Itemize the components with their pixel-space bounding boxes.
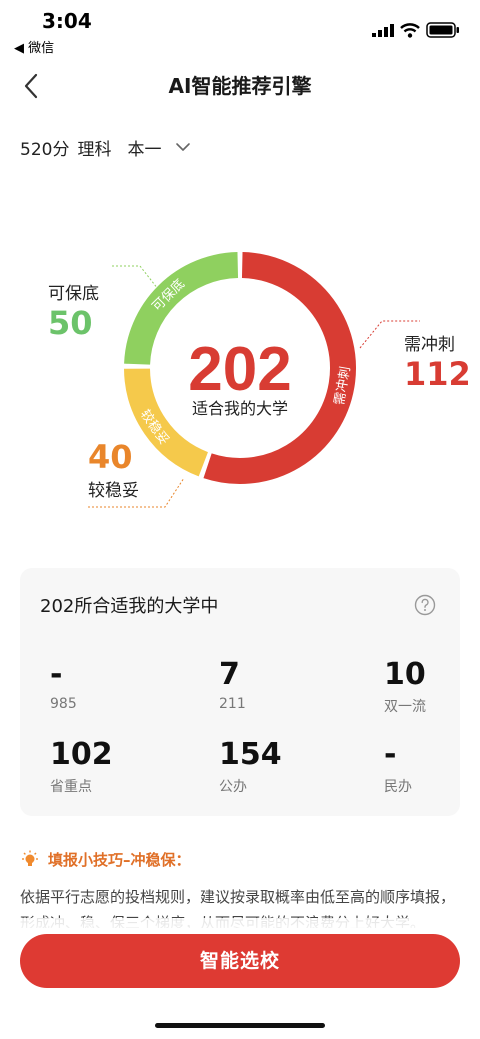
battery-icon: [426, 22, 459, 38]
stat-public: 154 公办: [219, 738, 282, 796]
safe-label-count: 50: [48, 304, 93, 342]
batch-value: 本一: [127, 139, 162, 160]
stats-card: 202所合适我的大学中 - 985 7 211 10 双一流 102 省重点 1…: [20, 568, 460, 816]
stat-211-label: 211: [219, 696, 246, 712]
stat-private: - 民办: [384, 738, 412, 796]
donut-total: 202: [188, 335, 291, 404]
reach-label-text: 需冲刺: [404, 335, 455, 355]
help-icon[interactable]: [414, 594, 436, 616]
status-time: 3:04: [42, 9, 92, 33]
smart-select-button[interactable]: 智能选校: [20, 934, 460, 988]
safe-leader-line: [112, 265, 159, 290]
page-title: AI智能推荐引擎: [168, 74, 312, 98]
stable-label-text: 较稳妥: [88, 481, 139, 501]
home-indicator: [155, 1023, 325, 1028]
stat-private-label: 民办: [384, 779, 412, 795]
stat-provincial-key-value: 102: [50, 737, 113, 772]
stable-label: 40 较稳妥: [88, 438, 139, 501]
back-arrow-icon[interactable]: [20, 72, 44, 100]
safe-label: 可保底 50: [48, 279, 99, 342]
stat-public-label: 公办: [219, 779, 247, 795]
stat-provincial-key-label: 省重点: [50, 779, 92, 795]
donut-caption: 适合我的大学: [192, 399, 288, 418]
stat-double-first-class-label: 双一流: [384, 699, 426, 715]
stat-985-value: -: [50, 657, 63, 692]
stat-985: - 985: [50, 657, 77, 713]
stat-985-label: 985: [50, 696, 77, 712]
safe-label-text: 可保底: [48, 284, 99, 304]
tip-title: 填报小技巧–冲稳保：: [48, 851, 191, 869]
stat-private-value: -: [384, 737, 397, 772]
subject-value: 理科: [77, 139, 112, 160]
stat-public-value: 154: [219, 737, 282, 772]
tip-header: 填报小技巧–冲稳保：: [20, 849, 191, 870]
stats-card-title: 202所合适我的大学中: [40, 596, 219, 617]
score-filter[interactable]: 520分 理科 本一: [20, 134, 191, 160]
reach-label: 需冲刺 112: [404, 330, 471, 393]
stat-provincial-key: 102 省重点: [50, 738, 113, 796]
cellular-signal-icon: [372, 24, 394, 37]
lightbulb-icon: [22, 850, 38, 866]
status-bar: 3:04 ◀ 微信: [0, 0, 480, 56]
score-value: 520分: [20, 139, 70, 160]
stat-211: 7 211: [219, 657, 246, 713]
reach-label-count: 112: [404, 355, 471, 393]
stat-211-value: 7: [219, 657, 240, 692]
wifi-icon: [400, 23, 420, 38]
back-to-wechat-link[interactable]: ◀ 微信: [14, 37, 54, 56]
chevron-down-icon: [176, 143, 191, 151]
stable-label-count: 40: [88, 438, 133, 476]
stat-double-first-class-value: 10: [384, 657, 426, 692]
stat-double-first-class: 10 双一流: [384, 658, 426, 716]
